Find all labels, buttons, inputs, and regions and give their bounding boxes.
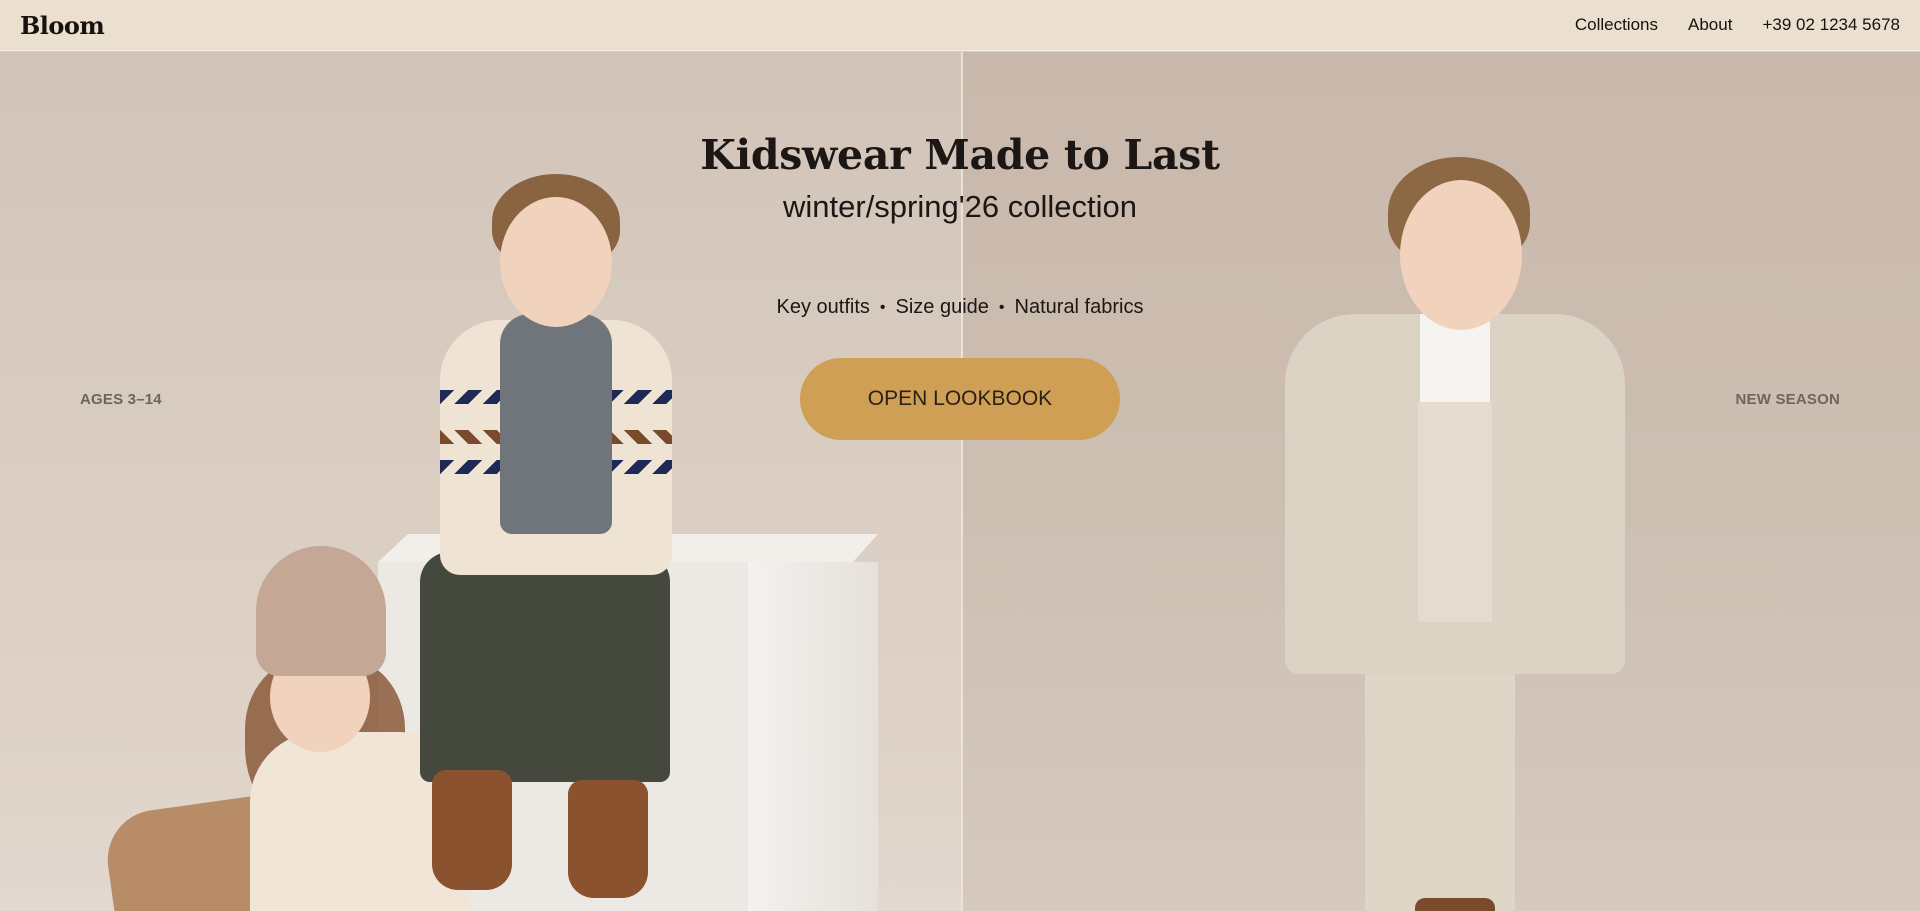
site-header: Bloom Collections About +39 02 1234 5678: [0, 0, 1920, 51]
nav-phone-link[interactable]: +39 02 1234 5678: [1762, 15, 1900, 35]
size-guide-link[interactable]: Size guide: [896, 296, 989, 319]
hero-image-left: [0, 52, 962, 911]
separator-dot: •: [998, 298, 1005, 316]
separator-dot: •: [879, 298, 886, 316]
hero-links: Key outfits • Size guide • Natural fabri…: [0, 296, 1920, 319]
nav-collections-link[interactable]: Collections: [1575, 15, 1658, 35]
natural-fabrics-link[interactable]: Natural fabrics: [1015, 296, 1144, 319]
ages-label: AGES 3–14: [80, 391, 162, 408]
main-nav: Collections About +39 02 1234 5678: [1575, 15, 1900, 35]
nav-about-link[interactable]: About: [1688, 15, 1732, 35]
brand-logo[interactable]: Bloom: [20, 11, 105, 40]
key-outfits-link[interactable]: Key outfits: [777, 296, 870, 319]
hero-section: [0, 52, 1920, 911]
open-lookbook-button[interactable]: OPEN LOOKBOOK: [800, 358, 1120, 440]
panel-divider: [961, 52, 963, 911]
hero-title: Kidswear Made to Last: [700, 131, 1220, 179]
hero-subtitle: winter/spring'26 collection: [783, 189, 1137, 224]
new-season-label: NEW SEASON: [1735, 391, 1840, 408]
